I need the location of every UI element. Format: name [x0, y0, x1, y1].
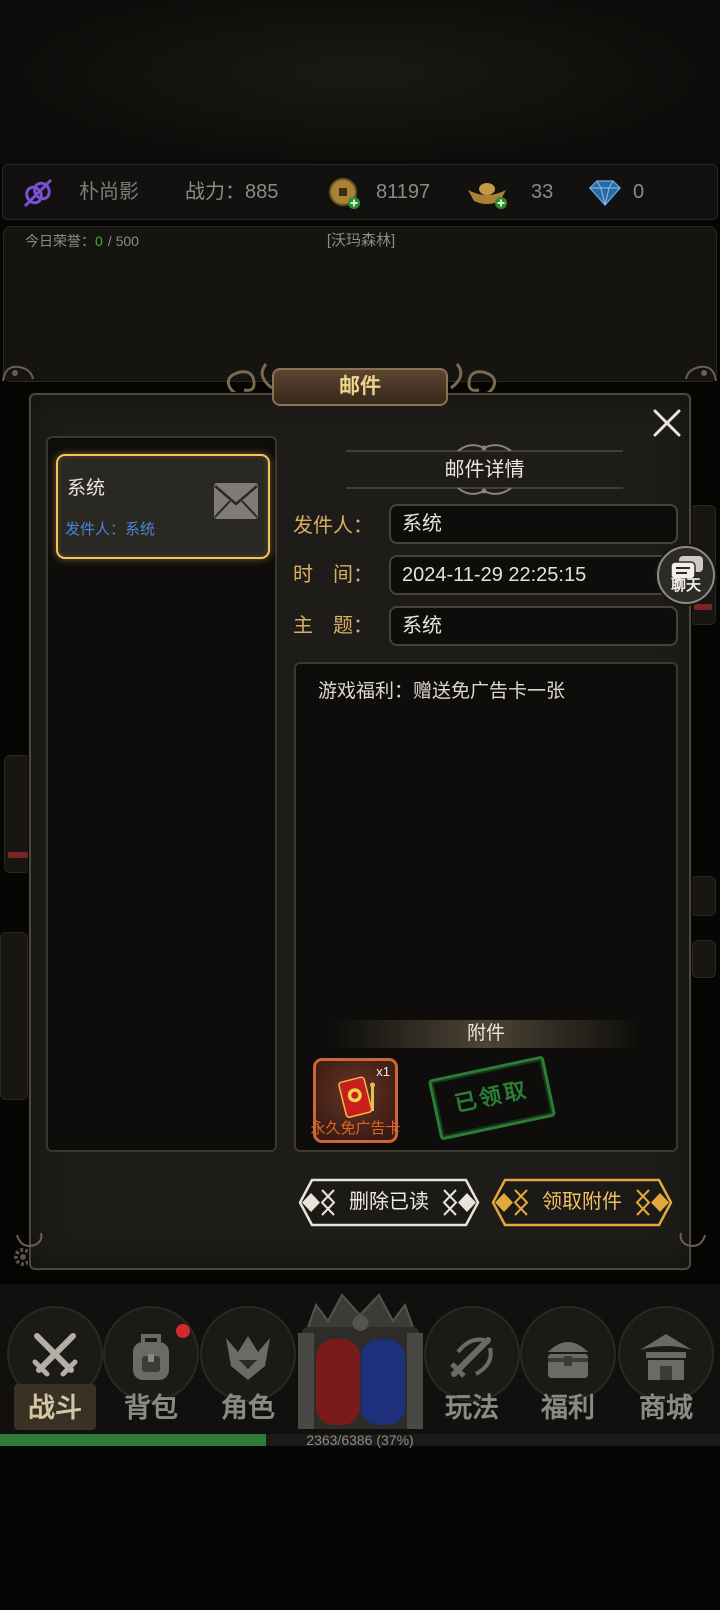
background-bar-fragment	[8, 852, 28, 858]
nav-label-shop: 商城	[639, 1393, 693, 1423]
scene-backdrop	[0, 0, 720, 164]
close-icon[interactable]	[651, 407, 683, 439]
bottom-ornament-right	[677, 1231, 707, 1251]
chat-button-label: 聊天	[670, 577, 701, 594]
combat-power-value: 885	[245, 181, 279, 203]
attachment-count: x1	[376, 1064, 390, 1079]
background-panel-fragment	[0, 932, 28, 1100]
delete-read-button[interactable]: 删除已读	[298, 1178, 480, 1227]
background-panel-fragment	[690, 876, 716, 916]
claim-attachments-button[interactable]: 领取附件	[491, 1178, 673, 1227]
mail-dialog: 系统 发件人：系统 邮件详情 发件人： 系统 时 间： 2024-11-29 2…	[16, 393, 706, 1270]
attachment-item[interactable]: x1 永久免广告卡	[310, 1058, 401, 1143]
mail-item-sender: 发件人：系统	[65, 521, 156, 538]
claim-attachments-label: 领取附件	[542, 1191, 622, 1213]
sword-swirl-icon	[444, 1328, 500, 1384]
attachment-name: 永久免广告卡	[310, 1120, 401, 1137]
bottom-ornament-left	[15, 1231, 45, 1251]
header-ornament-bottom	[346, 484, 623, 498]
diamond-count: 0	[633, 181, 645, 203]
sender-label: 发件人：	[293, 515, 373, 537]
detail-header: 邮件详情	[444, 459, 525, 481]
no-guild-icon[interactable]	[21, 176, 55, 210]
mail-content-box: 游戏福利：赠送免广告卡一张 附件 x1 永久免广告卡 已领取	[294, 662, 678, 1152]
subject-field: 系统	[389, 606, 678, 646]
nav-label-gameplay: 玩法	[445, 1393, 499, 1423]
top-status-bar: 朴尚影 战力：885 81197 33 0	[2, 164, 718, 220]
background-bar-fragment	[694, 604, 712, 610]
combat-power-label: 战力：	[185, 181, 245, 203]
player-name: 朴尚影	[79, 181, 139, 203]
corner-ornament-left	[1, 361, 35, 383]
backpack-icon	[123, 1328, 179, 1384]
mail-list-panel: 系统 发件人：系统	[46, 436, 277, 1152]
corner-ornament-right	[684, 361, 718, 383]
subject-label: 主 题：	[293, 615, 373, 637]
nav-label-bag: 背包	[124, 1393, 178, 1423]
location-name: [沃玛森林]	[326, 232, 396, 249]
mail-list-item[interactable]: 系统 发件人：系统	[56, 454, 270, 559]
mail-body-text: 游戏福利：赠送免广告卡一张	[318, 681, 566, 702]
portal-gate-icon[interactable]	[298, 1289, 423, 1429]
nav-label-welfare: 福利	[541, 1393, 595, 1423]
combat-power: 战力：885	[185, 165, 278, 219]
header-ornament-top	[346, 441, 623, 455]
shop-pagoda-icon	[638, 1328, 694, 1384]
background-panel-fragment	[692, 940, 716, 978]
nav-label-character: 角色	[221, 1393, 275, 1423]
diamond-icon	[587, 178, 623, 208]
crossed-swords-icon	[27, 1328, 83, 1384]
claimed-stamp: 已领取	[427, 1055, 557, 1141]
gold-ingot-add-icon[interactable]	[465, 176, 509, 210]
ingot-count: 33	[531, 181, 554, 203]
character-helmet-icon	[220, 1328, 276, 1384]
dialog-title: 邮件	[272, 368, 448, 406]
red-card-icon	[336, 1073, 378, 1119]
sender-field: 系统	[389, 504, 678, 544]
mail-item-title: 系统	[67, 478, 106, 499]
time-field: 2024-11-29 22:25:15	[389, 555, 678, 595]
nav-label-battle: 战斗	[28, 1393, 82, 1423]
coin-count: 81197	[376, 181, 431, 203]
treasure-chest-icon	[540, 1328, 596, 1384]
chat-button[interactable]: 聊天	[657, 546, 715, 604]
time-label: 时 间：	[293, 564, 373, 586]
envelope-icon	[213, 478, 259, 524]
notification-badge	[176, 1324, 190, 1338]
coin-add-icon[interactable]	[326, 175, 362, 211]
attachments-header: 附件	[331, 1020, 641, 1048]
experience-progress-text: 2363/6386 (37%)	[306, 1432, 414, 1448]
delete-read-label: 删除已读	[349, 1191, 429, 1213]
